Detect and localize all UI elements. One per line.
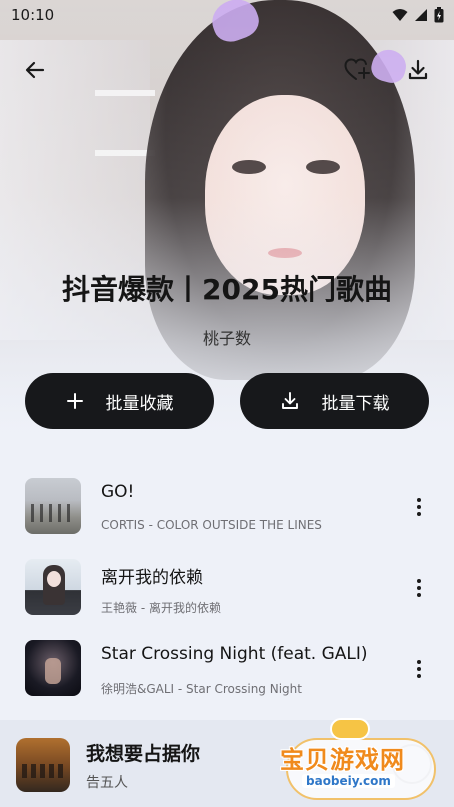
list-item[interactable]: Star Crossing Night (feat. GALI) 徐明浩&GAL… bbox=[0, 632, 454, 702]
status-time: 10:10 bbox=[11, 6, 55, 24]
watermark-text: 宝贝游戏网 bbox=[280, 746, 405, 774]
now-playing-cover bbox=[16, 738, 70, 792]
song-title: Star Crossing Night (feat. GALI) bbox=[101, 644, 368, 664]
wifi-icon bbox=[392, 9, 408, 21]
signal-icon bbox=[415, 9, 427, 21]
watermark-url: baobeiy.com bbox=[302, 774, 395, 788]
back-arrow-icon bbox=[25, 61, 45, 79]
favorite-button[interactable] bbox=[340, 52, 376, 88]
song-cover bbox=[25, 478, 81, 534]
now-playing-artist: 告五人 bbox=[86, 775, 128, 791]
top-bar bbox=[0, 50, 454, 90]
list-item[interactable]: 离开我的依赖 王艳薇 - 离开我的依赖 bbox=[0, 551, 454, 621]
more-options-button[interactable] bbox=[404, 654, 434, 684]
now-playing-title: 我想要占据你 bbox=[86, 743, 201, 765]
song-title: 离开我的依赖 bbox=[101, 568, 203, 588]
song-cover bbox=[25, 640, 81, 696]
playlist-title: 抖音爆款丨2025热门歌曲 bbox=[62, 273, 392, 306]
download-icon bbox=[281, 392, 298, 409]
batch-download-button[interactable]: 批量下载 bbox=[240, 373, 429, 429]
song-subtitle: 徐明浩&GALI - Star Crossing Night bbox=[101, 682, 302, 696]
watermark: 宝贝游戏网 baobeiy.com bbox=[276, 718, 446, 804]
heart-plus-icon bbox=[344, 58, 370, 80]
song-cover bbox=[25, 559, 81, 615]
list-item[interactable]: GO! CORTIS - COLOR OUTSIDE THE LINES bbox=[0, 470, 454, 540]
batch-collect-label: 批量收藏 bbox=[105, 393, 174, 414]
playlist-creator[interactable]: 桃子数 bbox=[0, 325, 454, 349]
batch-collect-button[interactable]: 批量收藏 bbox=[25, 373, 214, 429]
song-subtitle: 王艳薇 - 离开我的依赖 bbox=[101, 601, 221, 615]
gamepad-icon bbox=[330, 718, 370, 740]
more-options-button[interactable] bbox=[404, 573, 434, 603]
status-icons bbox=[392, 7, 444, 23]
more-options-button[interactable] bbox=[404, 492, 434, 522]
battery-charging-icon bbox=[434, 7, 444, 23]
status-bar: 10:10 bbox=[0, 0, 454, 30]
download-button[interactable] bbox=[400, 52, 436, 88]
back-button[interactable] bbox=[17, 52, 53, 88]
download-icon bbox=[408, 59, 428, 80]
song-subtitle: CORTIS - COLOR OUTSIDE THE LINES bbox=[101, 518, 322, 532]
batch-download-label: 批量下载 bbox=[321, 393, 390, 414]
plus-icon bbox=[66, 393, 83, 409]
song-title: GO! bbox=[101, 482, 135, 502]
